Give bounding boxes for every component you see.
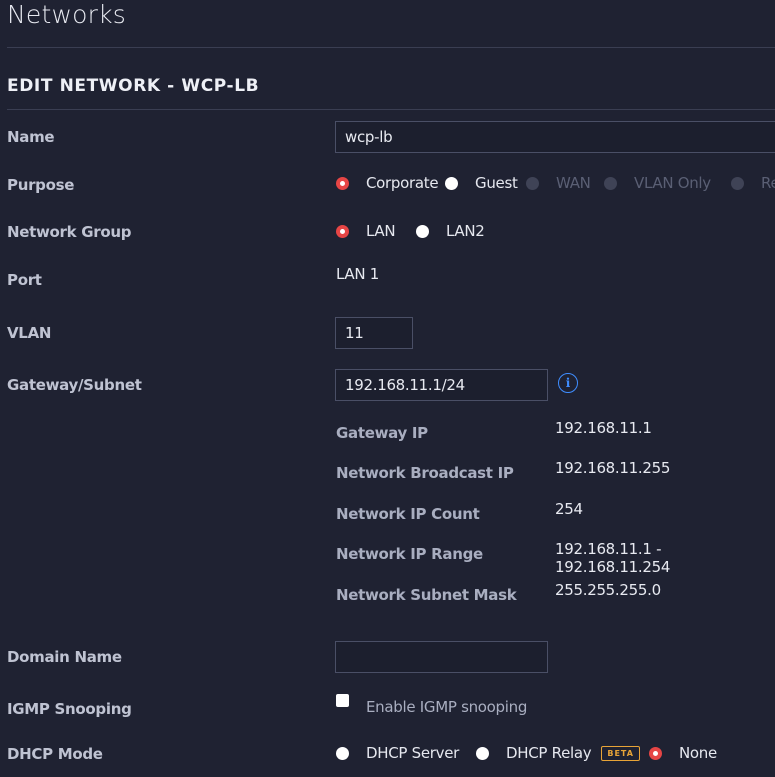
- port-label: Port: [7, 271, 42, 289]
- network-group-option-label: LAN2: [446, 222, 485, 240]
- radio-selected-icon: [649, 746, 662, 760]
- radio-disabled-icon: [604, 176, 617, 190]
- subnet-mask-label: Network Subnet Mask: [336, 586, 517, 604]
- gateway-ip-value: 192.168.11.1: [555, 419, 652, 437]
- igmp-snooping-label: IGMP Snooping: [7, 700, 132, 718]
- ip-range-value: 192.168.11.1 - 192.168.11.254: [555, 540, 671, 576]
- gateway-subnet-label: Gateway/Subnet: [7, 376, 142, 394]
- ip-range-label: Network IP Range: [336, 545, 483, 563]
- purpose-option-label: Re: [761, 174, 775, 192]
- gateway-ip-label: Gateway IP: [336, 424, 428, 442]
- broadcast-ip-value: 192.168.11.255: [555, 459, 671, 477]
- purpose-option-label: VLAN Only: [634, 174, 711, 192]
- network-group-radio-lan2[interactable]: LAN2: [416, 222, 485, 240]
- network-group-label: Network Group: [7, 223, 132, 241]
- dhcp-mode-option-label: DHCP Relay: [506, 744, 592, 762]
- network-group-radio-lan[interactable]: LAN: [336, 222, 396, 240]
- name-input[interactable]: wcp-lb: [335, 121, 775, 153]
- purpose-radio-remote: Re: [731, 174, 775, 192]
- dhcp-mode-label: DHCP Mode: [7, 745, 103, 763]
- purpose-option-label: Guest: [475, 174, 518, 192]
- section-divider: [7, 109, 775, 110]
- radio-selected-icon: [336, 176, 349, 190]
- info-icon[interactable]: i: [558, 373, 578, 393]
- beta-badge: BETA: [601, 745, 640, 761]
- purpose-option-label: Corporate: [366, 174, 439, 192]
- dhcp-mode-radio-none[interactable]: None: [649, 744, 717, 762]
- dhcp-mode-radio-server[interactable]: DHCP Server: [336, 744, 459, 762]
- radio-disabled-icon: [526, 176, 539, 190]
- igmp-snooping-checkbox-label: Enable IGMP snooping: [366, 698, 528, 716]
- port-value: LAN 1: [336, 265, 379, 283]
- radio-unselected-icon: [476, 746, 489, 760]
- radio-disabled-icon: [731, 176, 744, 190]
- radio-unselected-icon: [445, 176, 458, 190]
- broadcast-ip-label: Network Broadcast IP: [336, 464, 514, 482]
- domain-name-label: Domain Name: [7, 648, 122, 666]
- page-title: Networks: [7, 0, 127, 29]
- dhcp-mode-option-label: None: [679, 744, 717, 762]
- dhcp-mode-radio-relay[interactable]: DHCP Relay BETA: [476, 744, 652, 762]
- purpose-option-label: WAN: [556, 174, 591, 192]
- name-label: Name: [7, 128, 55, 146]
- ip-count-label: Network IP Count: [336, 505, 480, 523]
- vlan-label: VLAN: [7, 324, 52, 342]
- radio-selected-icon: [336, 224, 349, 238]
- subnet-mask-value: 255.255.255.0: [555, 581, 661, 599]
- vlan-input[interactable]: 11: [335, 317, 413, 349]
- purpose-radio-guest[interactable]: Guest: [445, 174, 518, 192]
- purpose-label: Purpose: [7, 176, 75, 194]
- purpose-radio-corporate[interactable]: Corporate: [336, 174, 439, 192]
- ip-count-value: 254: [555, 500, 583, 518]
- title-divider: [7, 47, 775, 48]
- network-group-option-label: LAN: [366, 222, 396, 240]
- igmp-snooping-checkbox[interactable]: [336, 694, 349, 707]
- radio-unselected-icon: [336, 746, 349, 760]
- purpose-radio-wan: WAN: [526, 174, 591, 192]
- domain-name-input[interactable]: [335, 641, 548, 673]
- gateway-subnet-input[interactable]: 192.168.11.1/24: [335, 369, 548, 401]
- dhcp-mode-option-label: DHCP Server: [366, 744, 460, 762]
- section-title: EDIT NETWORK - WCP-LB: [7, 76, 260, 96]
- radio-unselected-icon: [416, 224, 429, 238]
- purpose-radio-vlan-only: VLAN Only: [604, 174, 711, 192]
